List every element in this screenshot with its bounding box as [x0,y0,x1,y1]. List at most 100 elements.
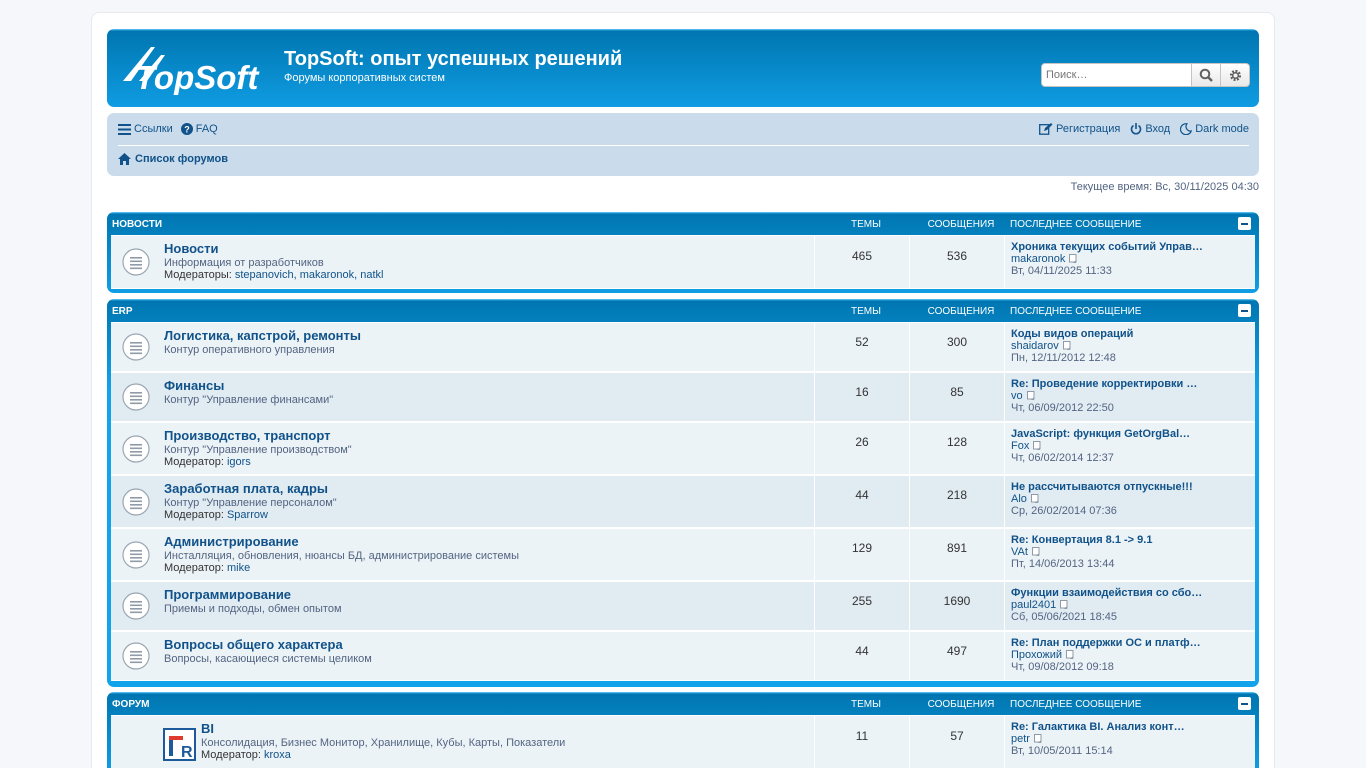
forum-moderators: Модератор: igors [164,456,251,468]
last-post-date: Ср, 26/02/2014 07:36 [1011,505,1117,517]
last-post-date: Чт, 06/02/2014 12:37 [1011,452,1114,464]
view-latest-post-icon[interactable] [1031,547,1042,557]
forum-title[interactable]: Администрирование [164,534,299,549]
register-link[interactable]: Регистрация [1039,123,1120,135]
topsoft-logo[interactable]: TopSoft [121,43,273,95]
last-post-date: Пт, 14/06/2013 13:44 [1011,558,1115,570]
view-latest-post-icon[interactable] [1060,600,1070,610]
forum-row: Логистика, капстрой, ремонты Контур опер… [111,322,1255,372]
edit-icon [1039,123,1053,135]
view-latest-post-icon[interactable] [1026,391,1037,401]
topics-count: 26 [814,423,909,474]
view-latest-post-icon[interactable] [1066,650,1076,660]
view-latest-post-icon[interactable] [1033,441,1043,451]
last-post-title[interactable]: Функции взаимодействия со сбо… [1011,587,1253,599]
moderator-links[interactable]: igors [227,456,251,468]
last-post-date: Вт, 10/05/2011 15:14 [1011,745,1113,757]
posts-count: 536 [909,236,1004,288]
last-post: Коды видов операций shaidarov Пн, 12/11/… [1004,323,1253,371]
last-post-author[interactable]: VAt [1011,546,1028,558]
collapse-icon[interactable] [1238,304,1251,317]
last-post-author[interactable]: makaronok [1011,253,1065,265]
forum-title[interactable]: Производство, транспорт [164,428,330,443]
forum-title[interactable]: Финансы [164,378,224,393]
svg-text:R: R [181,744,193,761]
topics-count: 44 [814,632,909,680]
posts-count: 218 [909,476,1004,527]
last-post-title[interactable]: Не рассчитываются отпускные!!! [1011,481,1253,493]
last-post-author[interactable]: Прохожий [1011,649,1062,661]
last-post-title[interactable]: Re: Галактика BI. Анализ конт… [1011,721,1253,733]
advanced-search-button[interactable] [1221,63,1250,87]
last-post: Re: План поддержки ОС и платф… Прохожий … [1004,632,1253,680]
forum-description: Информация от разработчиков [164,257,324,269]
last-post-author[interactable]: shaidarov [1011,340,1059,352]
moderator-links[interactable]: kroxa [264,749,291,761]
forum-row: Администрирование Инсталляция, обновлени… [111,528,1255,581]
bi-forum-logo-icon: R [163,728,196,761]
last-post: JavaScript: функция GetOrgBal… Fox Чт, 0… [1004,423,1253,474]
last-post-title[interactable]: Re: Конвертация 8.1 -> 9.1 [1011,534,1253,546]
question-icon: ? [180,123,193,135]
forum-title[interactable]: Вопросы общего характера [164,637,343,652]
moderator-links[interactable]: stepanovich, makaronok, natkl [235,269,384,281]
moderators-label: Модераторы: [164,269,232,281]
posts-count: 85 [909,373,1004,421]
view-latest-post-icon[interactable] [1030,494,1041,504]
posts-count: 128 [909,423,1004,474]
collapse-icon[interactable] [1238,217,1251,230]
last-post-title[interactable]: Коды видов операций [1011,328,1253,340]
forum-title[interactable]: Новости [164,241,219,256]
last-post-author[interactable]: paul2401 [1011,599,1056,611]
last-post-title[interactable]: JavaScript: функция GetOrgBal… [1011,428,1253,440]
last-post-title[interactable]: Re: План поддержки ОС и платф… [1011,637,1253,649]
site-header: TopSoft TopSoft: опыт успешных решений Ф… [107,29,1259,107]
dark-mode-label: Dark mode [1195,123,1249,135]
topics-count: 52 [814,323,909,371]
last-post-column-header: Последнее сообщение [1010,219,1142,230]
view-latest-post-icon[interactable] [1069,254,1079,264]
category-title[interactable]: ERP [112,306,133,317]
moderators-label: Модератор: [201,749,261,761]
forum-moderators: Модераторы: stepanovich, makaronok, natk… [164,269,383,281]
last-post-author[interactable]: Alo [1011,493,1027,505]
view-latest-post-icon[interactable] [1062,341,1073,351]
power-icon [1131,123,1142,135]
forum-read-icon [122,435,150,463]
register-label: Регистрация [1056,123,1121,135]
forum-description: Консолидация, Бизнес Монитор, Хранилище,… [201,737,566,749]
last-post-author[interactable]: petr [1011,733,1030,745]
category-header: ERP Темы Сообщения Последнее сообщение [111,299,1255,322]
moderators-label: Модератор: [164,562,224,574]
login-link[interactable]: Вход [1130,123,1170,135]
last-post: Re: Проведение корректировки … vo Чт, 06… [1004,373,1253,421]
forum-title[interactable]: Логистика, капстрой, ремонты [164,328,361,343]
breadcrumb-forum-index[interactable]: Список форумов [118,153,228,165]
moderator-links[interactable]: Sparrow [227,509,268,521]
search-button[interactable] [1192,63,1221,87]
forum-title[interactable]: Программирование [164,587,291,602]
moderator-links[interactable]: mike [227,562,250,574]
site-title[interactable]: TopSoft: опыт успешных решений [284,48,622,71]
last-post-title[interactable]: Хроника текущих событий Управ… [1011,241,1253,253]
search-input[interactable] [1041,63,1192,87]
category-title[interactable]: Форум [112,699,149,710]
forum-description: Инсталляция, обновления, нюансы БД, адми… [164,550,519,562]
view-latest-post-icon[interactable] [1033,734,1044,744]
dark-mode-toggle[interactable]: Dark mode [1180,123,1249,135]
last-post-author[interactable]: vo [1011,390,1023,402]
forum-read-icon [122,383,150,411]
faq-link[interactable]: ? FAQ [180,123,218,135]
last-post-title[interactable]: Re: Проведение корректировки … [1011,378,1253,390]
last-post-date: Чт, 06/09/2012 22:50 [1011,402,1114,414]
last-post-author[interactable]: Fox [1011,440,1029,452]
forum-row: Новости Информация от разработчиков Моде… [111,235,1255,289]
forum-title[interactable]: Заработная плата, кадры [164,481,328,496]
last-post-date: Пн, 12/11/2012 12:48 [1011,352,1116,364]
collapse-icon[interactable] [1238,697,1251,710]
forum-title[interactable]: BI [201,721,214,736]
home-icon [118,153,131,165]
category-title[interactable]: Новости [112,219,162,230]
quick-links-menu[interactable]: Ссылки [118,123,173,135]
forum-read-icon [122,541,150,569]
